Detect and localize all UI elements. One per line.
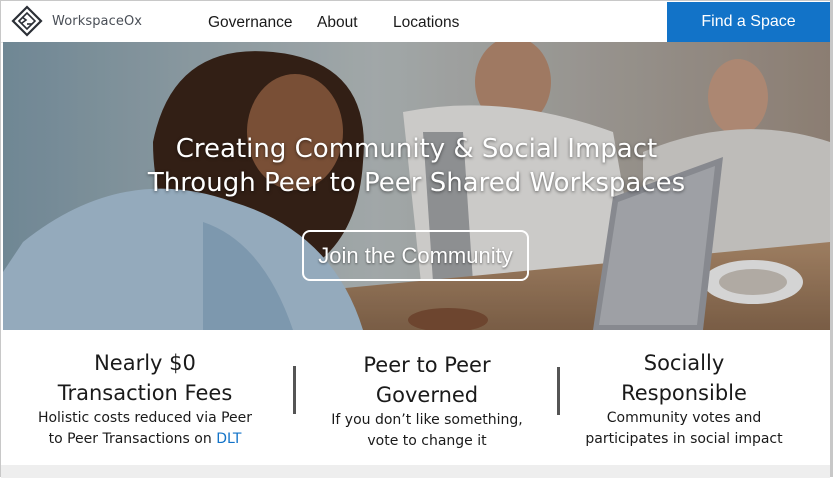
feature-desc-line2: participates in social impact	[585, 431, 783, 447]
feature-desc-text: to Peer Transactions on	[48, 431, 217, 447]
dlt-link[interactable]: DLT	[216, 431, 241, 447]
join-community-button[interactable]: Join the Community	[302, 230, 529, 281]
feature-title-line2: Transaction Fees	[57, 381, 233, 405]
logo-diamond-icon	[11, 5, 43, 37]
hero-title-line2: Through Peer to Peer Shared Workspaces	[147, 168, 686, 198]
footer-strip	[1, 465, 830, 478]
brand-name: WorkspaceOx	[52, 13, 143, 29]
top-navbar: WorkspaceOx Governance About Locations F…	[1, 1, 830, 43]
feature-divider	[557, 367, 560, 415]
features-section: Nearly $0 Transaction Fees Holistic cost…	[1, 330, 830, 465]
feature-title-line1: Nearly $0	[94, 351, 196, 375]
nav-link-about[interactable]: About	[317, 14, 358, 32]
find-a-space-button[interactable]: Find a Space	[667, 2, 830, 42]
hero-title-line1: Creating Community & Social Impact	[175, 134, 658, 164]
feature-desc-line1: Holistic costs reduced via Peer	[37, 410, 253, 426]
feature-divider	[293, 366, 296, 414]
feature-desc-line1: Community votes and	[606, 410, 762, 426]
nav-link-locations[interactable]: Locations	[393, 14, 459, 32]
feature-title-line1: Socially	[643, 351, 725, 375]
brand-logo[interactable]: WorkspaceOx	[9, 5, 142, 37]
feature-title-line1: Peer to Peer	[363, 353, 491, 377]
nav-link-governance[interactable]: Governance	[208, 14, 292, 32]
feature-title-line2: Governed	[375, 383, 479, 407]
feature-socially-responsible: Socially Responsible Community votes and…	[564, 348, 804, 450]
feature-desc-line2: to Peer Transactions on DLT	[25, 429, 265, 450]
feature-title-line2: Responsible	[621, 381, 747, 405]
feature-transaction-fees: Nearly $0 Transaction Fees Holistic cost…	[25, 348, 265, 450]
hero-banner: Creating Community & Social Impact Throu…	[3, 42, 830, 330]
feature-desc-line2: vote to change it	[367, 433, 487, 449]
feature-desc-line1: If you don’t like something,	[331, 412, 523, 428]
feature-peer-governed: Peer to Peer Governed If you don’t like …	[307, 350, 547, 452]
page-frame: WorkspaceOx Governance About Locations F…	[0, 0, 833, 478]
